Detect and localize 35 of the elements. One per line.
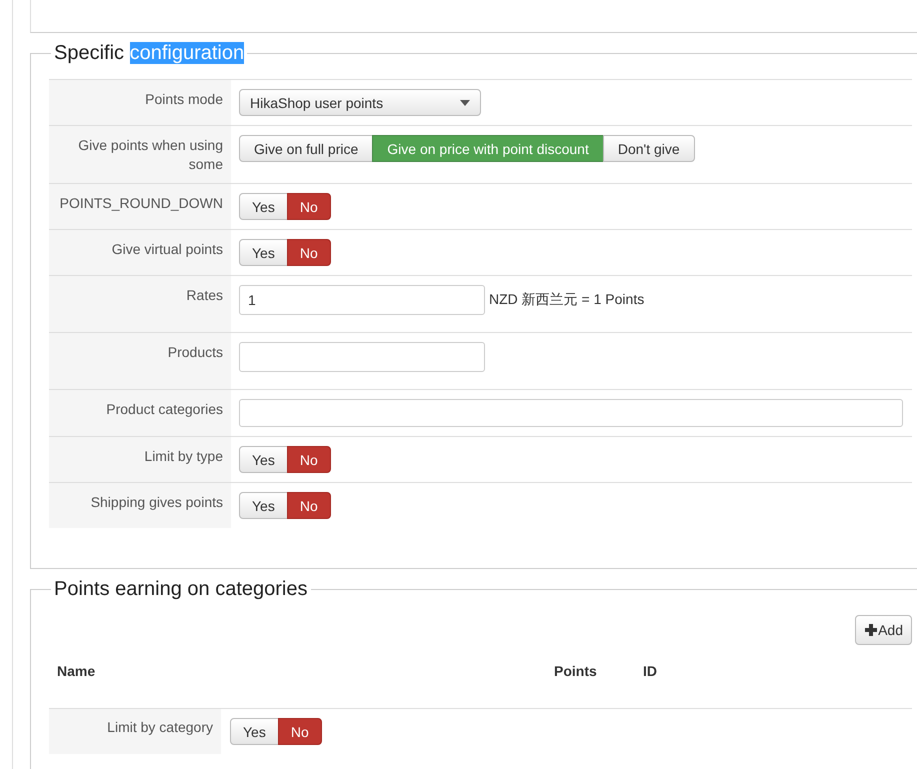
field-label: Limit by category (49, 709, 221, 754)
column-header: ID (643, 663, 658, 681)
field-label: Points mode (49, 80, 231, 126)
section-title: Specific configuration (53, 42, 246, 65)
points-mode-select[interactable]: HikaShop user points (239, 89, 481, 116)
option-button[interactable]: No (286, 193, 331, 220)
option-button[interactable]: Yes (239, 239, 288, 266)
section-title: Points earning on categories (53, 578, 308, 601)
field-label: POINTS_ROUND_DOWN (49, 184, 231, 230)
add-button[interactable]: Add (855, 615, 912, 645)
column-header: Points (554, 663, 598, 681)
option-button[interactable]: No (286, 492, 331, 519)
text-field[interactable] (239, 342, 485, 372)
field-label: Products (49, 332, 231, 390)
text-field[interactable]: 1 (239, 285, 485, 315)
option-button[interactable]: Give on full price (239, 135, 374, 162)
caret-icon (460, 100, 470, 106)
option-button[interactable]: No (286, 239, 331, 266)
option-button[interactable]: Yes (230, 718, 279, 745)
text-field[interactable] (239, 399, 903, 427)
field-label: Product categories (49, 390, 231, 436)
option-button[interactable]: Yes (239, 193, 288, 220)
field-label: Give points when using some (49, 126, 231, 184)
option-button[interactable]: No (278, 718, 322, 745)
option-button[interactable]: Yes (239, 446, 288, 473)
plus-icon (864, 623, 878, 637)
rate-suffix: NZD 新西兰元 = 1 Points (489, 291, 644, 309)
option-button[interactable]: No (286, 446, 331, 473)
field-label: Give virtual points (49, 230, 231, 276)
field-label: Rates (49, 276, 231, 332)
field-label: Limit by type (49, 436, 231, 482)
column-header: Name (57, 663, 96, 681)
option-button[interactable]: Don't give (602, 135, 695, 162)
option-button[interactable]: Yes (239, 492, 288, 519)
field-label: Shipping gives points (49, 482, 231, 528)
